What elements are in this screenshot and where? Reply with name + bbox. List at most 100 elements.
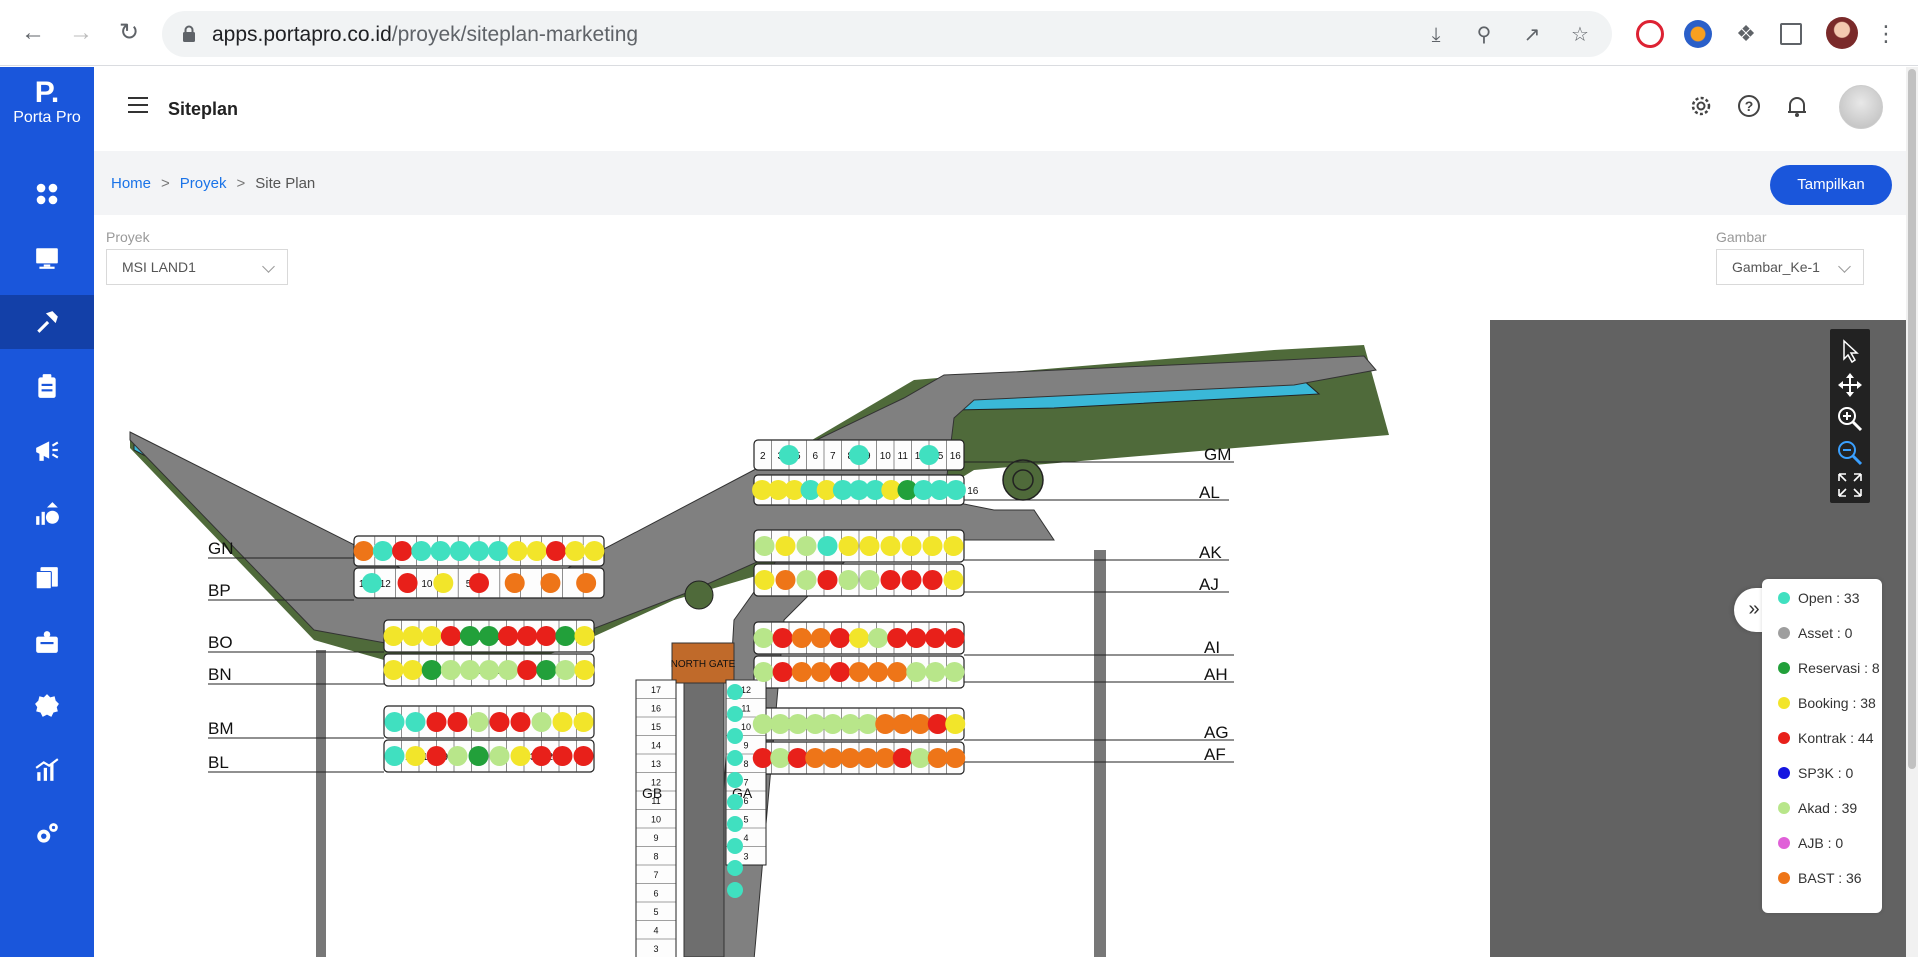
back-arrow-icon[interactable]: ←	[18, 18, 48, 48]
address-bar[interactable]: apps.portapro.co.id/proyek/siteplan-mark…	[162, 11, 1612, 57]
unit-marker-kontrak[interactable]	[829, 628, 850, 648]
sidebar-item-badge[interactable]	[0, 679, 94, 733]
unit-marker-akad[interactable]	[459, 660, 480, 680]
unit-marker-kontrak[interactable]	[545, 541, 566, 561]
sidebar-item-certificate[interactable]	[0, 615, 94, 669]
unit-marker-akad[interactable]	[498, 660, 519, 680]
unit-marker-booking[interactable]	[901, 536, 922, 556]
reload-icon[interactable]: ↻	[114, 18, 144, 48]
unit-marker-akad[interactable]	[857, 714, 878, 734]
bell-icon[interactable]	[1784, 93, 1810, 119]
forward-arrow-icon[interactable]: →	[66, 18, 96, 48]
unit-marker-booking[interactable]	[943, 536, 964, 556]
unit-marker-booking[interactable]	[584, 541, 605, 561]
unit-marker-akad[interactable]	[440, 660, 461, 680]
unit-marker-kontrak[interactable]	[817, 570, 838, 590]
unit-marker-bast[interactable]	[810, 628, 831, 648]
unit-marker-akad[interactable]	[468, 712, 489, 732]
unit-marker-kontrak[interactable]	[925, 628, 946, 648]
unit-marker-akad[interactable]	[796, 536, 817, 556]
bookmark-star-icon[interactable]: ☆	[1568, 23, 1592, 47]
unit-marker-open[interactable]	[384, 712, 405, 732]
unit-marker-open[interactable]	[727, 750, 743, 766]
unit-marker-bast[interactable]	[353, 541, 374, 561]
unit-marker-booking[interactable]	[405, 746, 426, 766]
unit-marker-booking[interactable]	[433, 573, 454, 593]
unit-marker-kontrak[interactable]	[901, 570, 922, 590]
unit-marker-bast[interactable]	[868, 662, 889, 682]
unit-marker-booking[interactable]	[943, 570, 964, 590]
unit-marker-kontrak[interactable]	[426, 746, 447, 766]
unit-marker-open[interactable]	[727, 882, 743, 898]
unit-marker-akad[interactable]	[489, 746, 510, 766]
unit-marker-akad[interactable]	[859, 570, 880, 590]
unit-marker-akad[interactable]	[754, 536, 775, 556]
unit-marker-open[interactable]	[411, 541, 432, 561]
unit-marker-bast[interactable]	[910, 714, 931, 734]
profile-avatar[interactable]	[1826, 17, 1858, 49]
unit-marker-bast[interactable]	[504, 573, 525, 593]
unit-marker-akad[interactable]	[555, 660, 576, 680]
unit-marker-bast[interactable]	[927, 748, 948, 768]
unit-marker-booking[interactable]	[754, 570, 775, 590]
unit-marker-open[interactable]	[849, 445, 869, 465]
proyek-select[interactable]: MSI LAND1	[106, 249, 288, 285]
unit-marker-reservasi[interactable]	[479, 626, 499, 646]
pan-tool-icon[interactable]	[1836, 371, 1864, 399]
unit-marker-kontrak[interactable]	[489, 712, 510, 732]
unit-marker-open[interactable]	[727, 706, 743, 722]
unit-marker-bast[interactable]	[540, 573, 561, 593]
unit-marker-kontrak[interactable]	[469, 573, 489, 593]
unit-marker-open[interactable]	[727, 772, 743, 788]
unit-marker-kontrak[interactable]	[573, 746, 594, 766]
unit-marker-open[interactable]	[727, 728, 743, 744]
unit-marker-akad[interactable]	[805, 714, 826, 734]
unit-marker-booking[interactable]	[945, 714, 966, 734]
unit-marker-akad[interactable]	[840, 714, 861, 734]
unit-marker-open[interactable]	[727, 794, 743, 810]
unit-marker-bast[interactable]	[822, 748, 843, 768]
unit-marker-open[interactable]	[817, 536, 838, 556]
unit-marker-akad[interactable]	[753, 628, 774, 648]
install-app-icon[interactable]: ⤓	[1424, 23, 1448, 47]
sidebar-item-settings[interactable]	[0, 807, 94, 861]
unit-marker-booking[interactable]	[775, 536, 796, 556]
extension-shield-icon[interactable]	[1636, 20, 1664, 48]
share-icon[interactable]: ↗	[1520, 23, 1544, 47]
unit-marker-open[interactable]	[727, 816, 743, 832]
siteplan-map[interactable]: NORTH GATE 23567891011121516123567891011…	[94, 320, 1918, 957]
unit-marker-akad[interactable]	[796, 570, 817, 590]
unit-marker-kontrak[interactable]	[887, 628, 908, 648]
unit-marker-open[interactable]	[449, 541, 470, 561]
unit-marker-booking[interactable]	[383, 626, 404, 646]
unit-marker-bast[interactable]	[791, 662, 812, 682]
unit-marker-akad[interactable]	[531, 712, 552, 732]
unit-marker-akad[interactable]	[753, 662, 774, 682]
unit-marker-reservasi[interactable]	[459, 626, 480, 646]
unit-marker-kontrak[interactable]	[906, 628, 927, 648]
unit-marker-kontrak[interactable]	[536, 626, 557, 646]
app-logo[interactable]: P. Porta Pro	[0, 77, 94, 137]
unit-marker-booking[interactable]	[859, 536, 880, 556]
tampilkan-button[interactable]: Tampilkan	[1770, 165, 1892, 205]
sidebar-item-report[interactable]	[0, 743, 94, 797]
gambar-select[interactable]: Gambar_Ke-1	[1716, 249, 1864, 285]
unit-marker-bast[interactable]	[875, 748, 896, 768]
unit-marker-kontrak[interactable]	[397, 573, 418, 593]
breadcrumb-home[interactable]: Home	[111, 175, 151, 192]
pointer-tool-icon[interactable]	[1836, 337, 1864, 365]
unit-marker-bast[interactable]	[576, 573, 597, 593]
unit-marker-kontrak[interactable]	[772, 628, 793, 648]
unit-marker-akad[interactable]	[910, 748, 931, 768]
unit-marker-open[interactable]	[727, 838, 743, 854]
unit-marker-kontrak[interactable]	[510, 712, 531, 732]
unit-marker-akad[interactable]	[479, 660, 499, 680]
unit-marker-open[interactable]	[405, 712, 426, 732]
unit-marker-reservasi[interactable]	[536, 660, 557, 680]
unit-marker-kontrak[interactable]	[892, 748, 913, 768]
sidebar-item-dashboard[interactable]	[0, 167, 94, 221]
unit-marker-akad[interactable]	[770, 748, 791, 768]
unit-marker-kontrak[interactable]	[772, 662, 793, 682]
unit-marker-kontrak[interactable]	[517, 626, 538, 646]
side-panel-icon[interactable]	[1780, 23, 1802, 45]
